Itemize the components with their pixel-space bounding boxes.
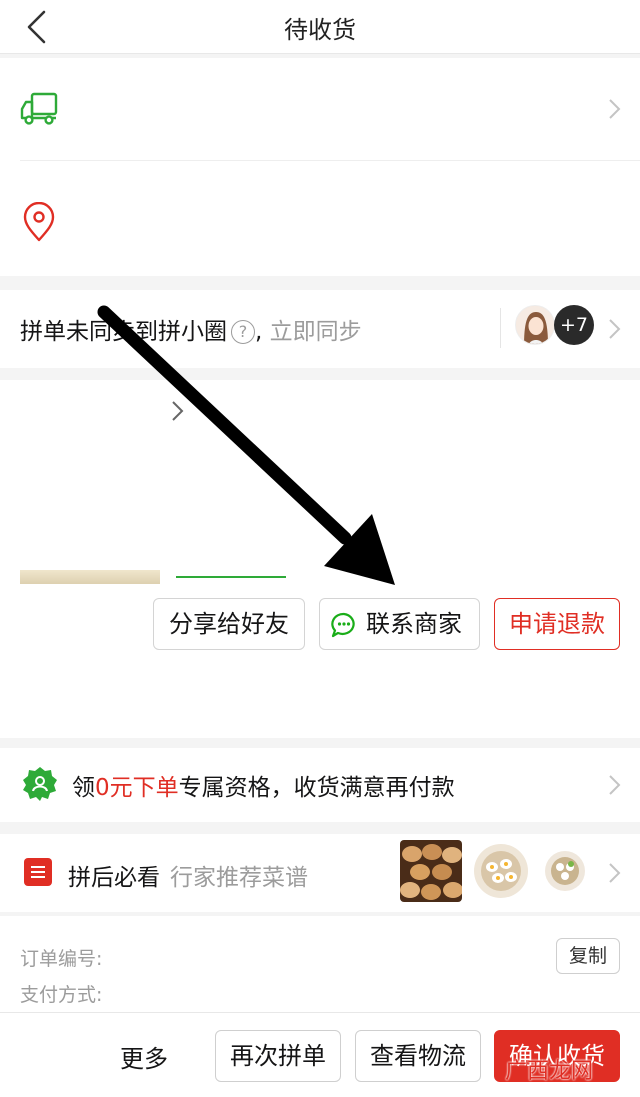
goods-thumbnail[interactable] [20, 570, 160, 584]
location-pin-icon [23, 202, 55, 242]
sync-comma: , [255, 319, 263, 345]
sync-text: 拼单未同步到拼小圈?, 立即同步 [20, 312, 362, 346]
chevron-right-icon[interactable] [607, 862, 621, 884]
recipe-thumbnail[interactable] [540, 840, 590, 902]
watermark: 广西龙网 [505, 1059, 594, 1084]
badge-user-icon [23, 767, 57, 801]
recipe-thumbnail[interactable] [400, 840, 462, 902]
contact-merchant-label: 联系商家 [366, 610, 462, 638]
more-button[interactable]: 更多 [120, 1039, 168, 1074]
share-button[interactable]: 分享给好友 [153, 598, 305, 650]
chevron-right-icon[interactable] [607, 98, 621, 120]
promo-banner[interactable]: 领0元下单专属资格，收货满意再付款 [0, 748, 640, 822]
sync-message: 拼单未同步到拼小圈 [20, 319, 227, 345]
recipe-text: 拼后必看 行家推荐菜谱 [68, 858, 308, 892]
promo-highlight: 0元下单 [95, 775, 179, 801]
payment-method-label: 支付方式: [20, 984, 103, 1006]
promo-text: 领0元下单专属资格，收货满意再付款 [72, 768, 455, 802]
divider [500, 308, 501, 348]
divider [20, 160, 640, 161]
promo-prefix: 领 [72, 775, 95, 801]
goods-card: 分享给好友 联系商家 申请退款 [0, 380, 640, 738]
avatar-more-count: +7 [554, 305, 594, 345]
nav-header: 待收货 [0, 0, 640, 54]
chevron-right-icon[interactable] [607, 774, 621, 796]
recipe-title: 拼后必看 [68, 865, 160, 891]
chevron-right-icon[interactable] [170, 400, 184, 422]
truck-icon [20, 92, 58, 125]
help-icon[interactable]: ? [231, 320, 255, 344]
shipping-card [0, 58, 640, 276]
page-title: 待收货 [284, 16, 356, 44]
avatar [515, 305, 555, 345]
promo-suffix: 专属资格，收货满意再付款 [178, 775, 455, 801]
order-info: 订单编号: 支付方式: 复制 [0, 916, 640, 1012]
refund-button[interactable]: 申请退款 [494, 598, 620, 650]
contact-merchant-button[interactable]: 联系商家 [319, 598, 480, 650]
recipe-thumbnail[interactable] [470, 840, 532, 902]
chevron-right-icon[interactable] [607, 318, 621, 340]
view-logistics-button[interactable]: 查看物流 [355, 1030, 481, 1082]
chat-bubble-icon [331, 612, 355, 638]
sync-now-link[interactable]: 立即同步 [270, 319, 362, 345]
copy-button[interactable]: 复制 [556, 938, 620, 974]
goods-indicator [176, 576, 286, 578]
recipe-list-icon [24, 858, 52, 886]
recipe-subtitle: 行家推荐菜谱 [170, 865, 308, 891]
recipe-banner[interactable]: 拼后必看 行家推荐菜谱 [0, 834, 640, 912]
reorder-button[interactable]: 再次拼单 [215, 1030, 341, 1082]
order-number-label: 订单编号: [20, 948, 103, 970]
